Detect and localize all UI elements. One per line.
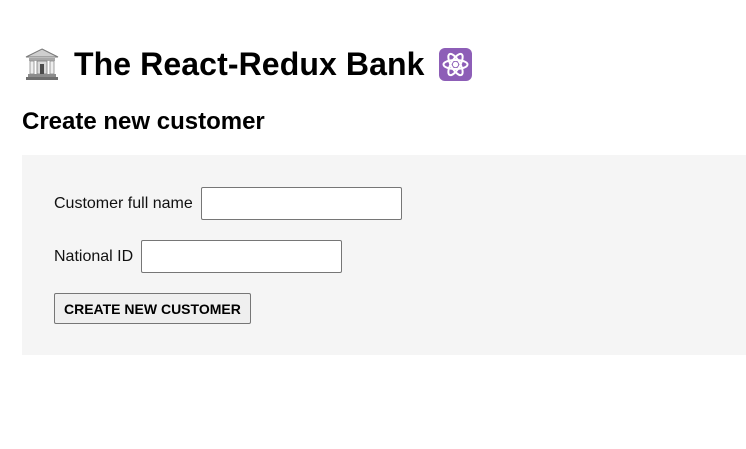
page-title: The React-Redux Bank	[74, 45, 425, 82]
bank-icon	[24, 47, 60, 81]
customer-full-name-input[interactable]	[200, 187, 402, 220]
customer-full-name-label: Customer full name	[54, 194, 193, 212]
national-id-label: National ID	[54, 247, 134, 265]
national-id-input[interactable]	[141, 240, 343, 273]
create-customer-heading: Create new customer	[22, 108, 265, 135]
create-customer-form: Customer full name National ID CREATE NE…	[22, 155, 746, 355]
create-new-customer-button[interactable]: CREATE NEW CUSTOMER	[54, 293, 251, 324]
customer-full-name-row: Customer full name	[54, 187, 402, 220]
national-id-row: National ID	[54, 240, 343, 273]
react-atom-icon	[438, 47, 472, 81]
app-title: The React-Redux Bank	[24, 38, 472, 90]
